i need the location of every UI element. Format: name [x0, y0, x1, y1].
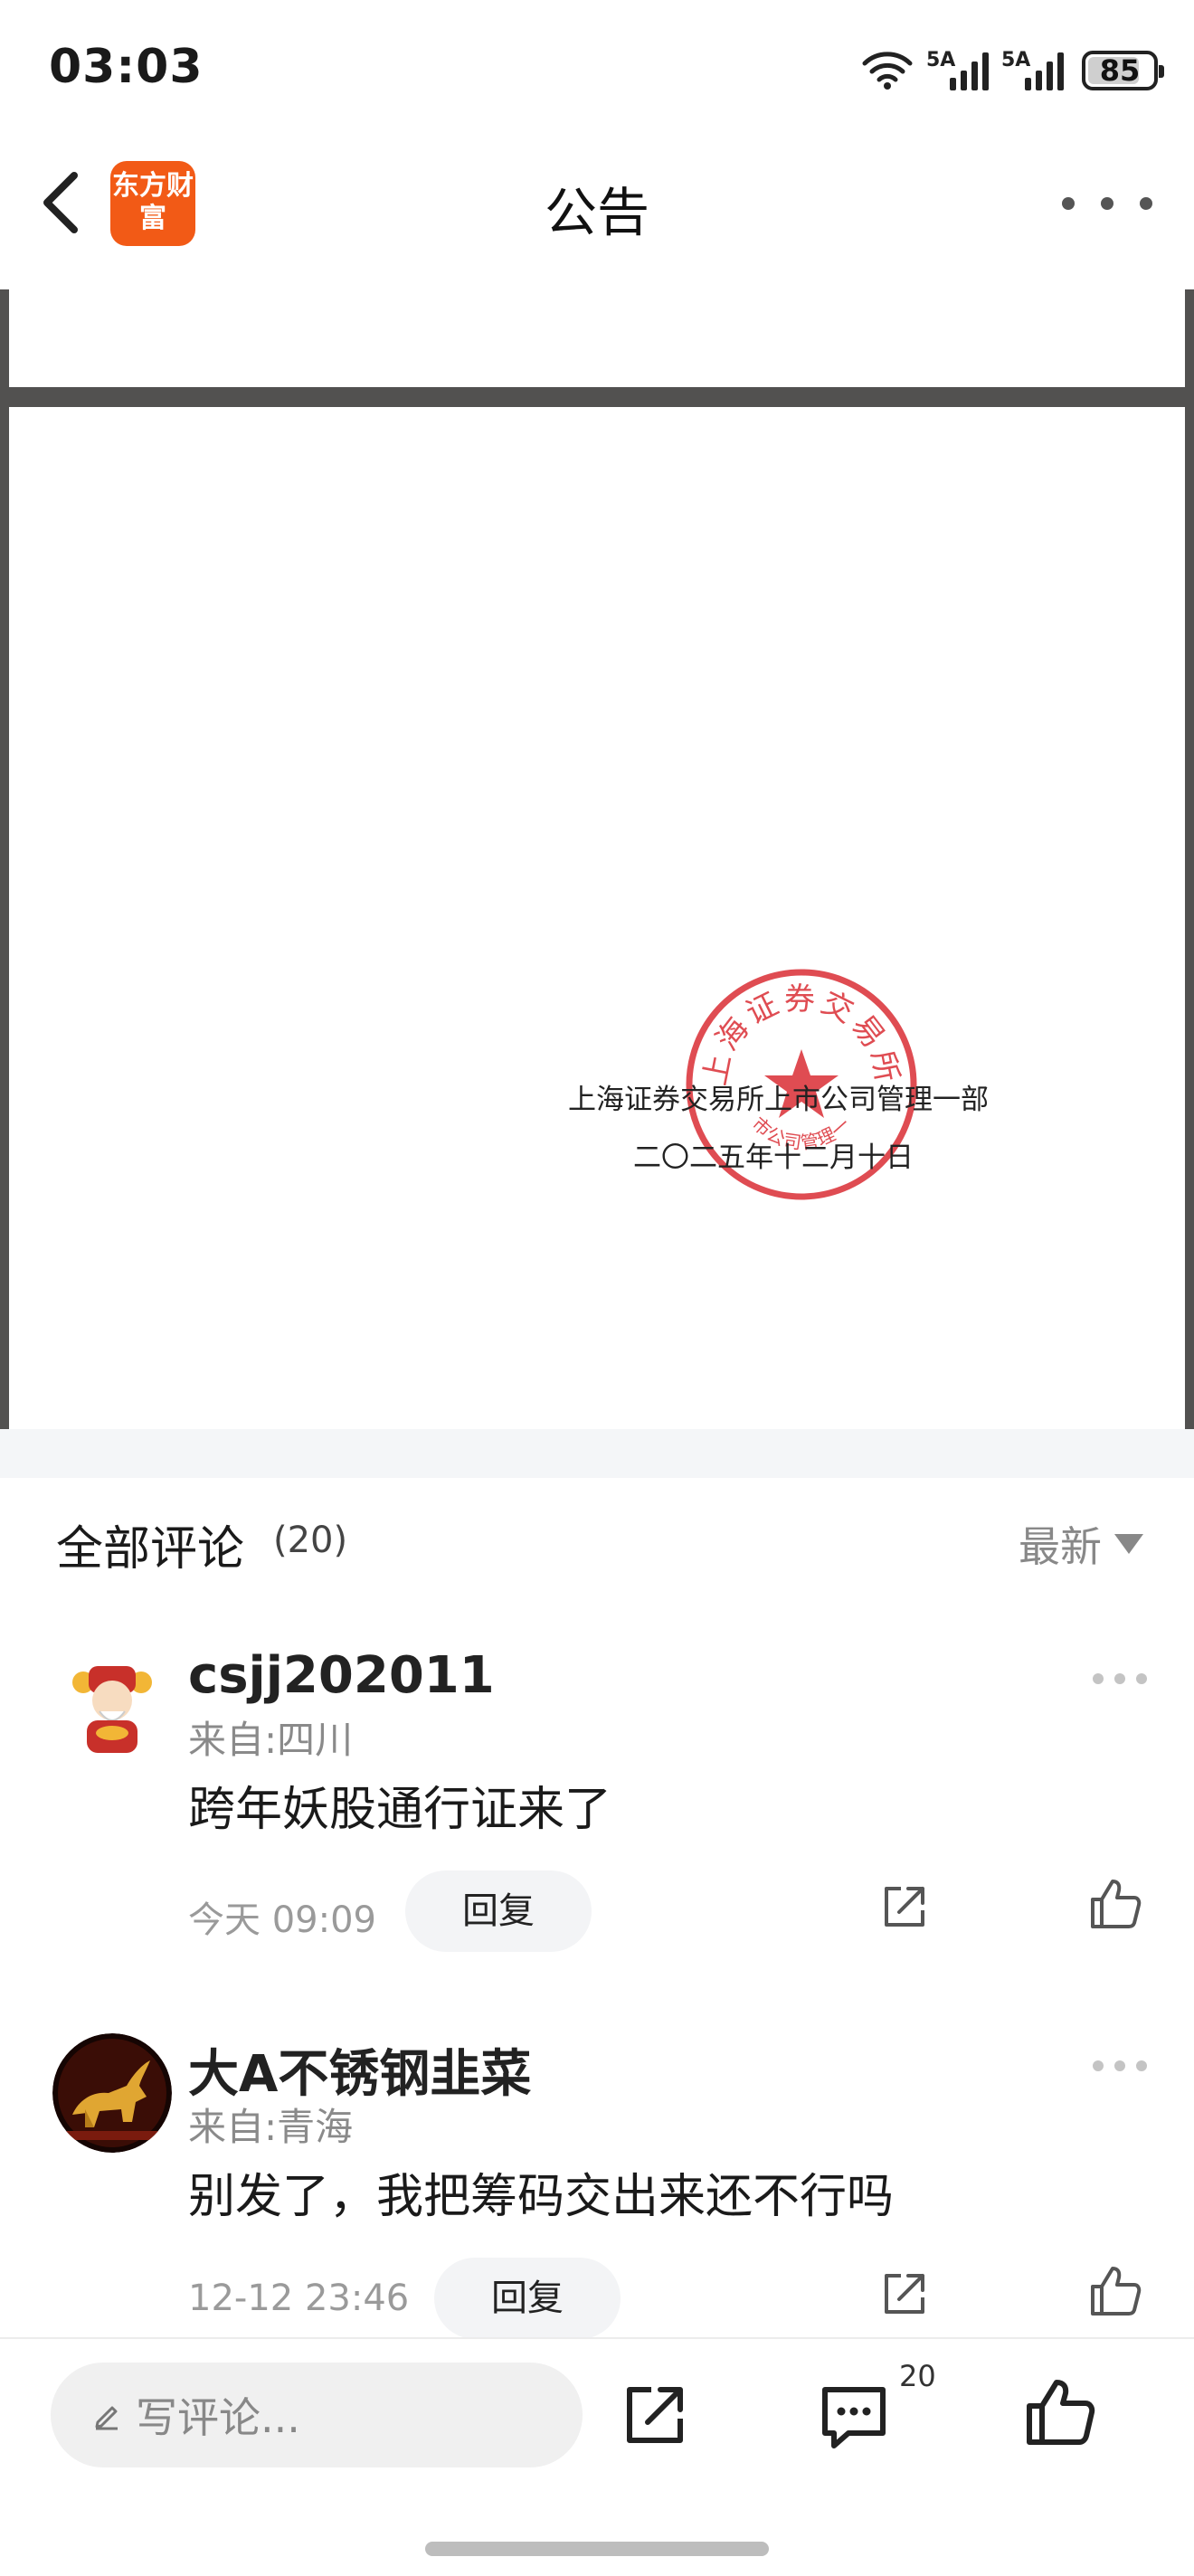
date-line: 二〇二五年十二月十日 [633, 1141, 914, 1174]
comment-text[interactable]: 跨年妖股通行证来了 [188, 1771, 611, 1839]
comment-text[interactable]: 别发了，我把筹码交出来还不行吗 [188, 2158, 894, 2226]
comment-username[interactable]: 大A不锈钢韭菜 [188, 2033, 531, 2107]
comment-location: 来自:青海 [188, 2105, 354, 2149]
more-horizontal-icon[interactable] [1093, 2060, 1147, 2073]
comment-count-badge: 20 [899, 2359, 936, 2393]
home-indicator[interactable] [425, 2542, 769, 2556]
thumbs-up-icon[interactable] [1087, 2263, 1143, 2319]
more-horizontal-icon[interactable] [1093, 1673, 1147, 1686]
signal-label: 5A [926, 49, 956, 71]
reply-button[interactable]: 回复 [434, 2258, 621, 2339]
comment-time: 12-12 23:46 [188, 2278, 410, 2319]
avatar-image [52, 2033, 172, 2153]
avatar[interactable] [52, 1646, 172, 1766]
comment-input-placeholder: 写评论... [136, 2393, 300, 2442]
comment-icon[interactable] [818, 2381, 890, 2453]
sort-dropdown[interactable]: 最新 [1019, 1514, 1143, 1574]
status-icons: 5A 5A 85 [861, 43, 1164, 98]
share-icon[interactable] [877, 2267, 932, 2321]
bottom-action-bar: 写评论... 20 [0, 2337, 1194, 2576]
share-icon[interactable] [621, 2381, 689, 2449]
document-page-previous [9, 289, 1185, 387]
comment-input[interactable]: 写评论... [51, 2363, 583, 2467]
more-horizontal-icon[interactable] [1062, 190, 1152, 217]
battery-icon: 85 [1082, 51, 1164, 90]
comments-title: 全部评论 [56, 1522, 245, 1577]
cell-signal-icon: 5A [926, 49, 989, 90]
thumbs-up-icon[interactable] [1024, 2375, 1096, 2448]
top-nav-bar: 东方财富 公告 [0, 136, 1194, 289]
status-bar: 03:03 5A 5A 85 [0, 0, 1194, 136]
cell-signal-icon: 5A [1001, 49, 1064, 90]
document-viewer[interactable]: 上海证券交易所 上市公司管理一部 上海证券交易所上市公司管理一部 二〇二五年十二… [0, 289, 1194, 1429]
comments-header: 全部评论 (20) 最新 [0, 1478, 1194, 1605]
issuer-line: 上海证券交易所上市公司管理一部 [568, 1084, 989, 1116]
wifi-icon [862, 52, 913, 90]
caret-down-icon [1114, 1534, 1143, 1554]
comments-count: (20) [273, 1520, 348, 1561]
document-page: 上海证券交易所 上市公司管理一部 上海证券交易所上市公司管理一部 二〇二五年十二… [9, 407, 1185, 1429]
signal-label: 5A [1001, 49, 1031, 71]
comment-time: 今天 09:09 [188, 1899, 376, 1941]
comment-location: 来自:四川 [188, 1718, 354, 1762]
avatar-image [52, 1646, 172, 1766]
reply-button[interactable]: 回复 [405, 1870, 592, 1952]
sort-label: 最新 [1019, 1522, 1102, 1571]
comment-item: csjj202011 来自:四川 跨年妖股通行证来了 今天 09:09 回复 [0, 1646, 1194, 2026]
share-icon[interactable] [877, 1880, 932, 1934]
page-title: 公告 [544, 182, 649, 243]
avatar[interactable] [52, 2033, 172, 2153]
comment-username[interactable]: csjj202011 [188, 1646, 495, 1705]
thumbs-up-icon[interactable] [1087, 1876, 1143, 1932]
pencil-icon [95, 2406, 118, 2430]
section-divider [0, 1429, 1194, 1478]
battery-percent: 85 [1099, 53, 1141, 88]
status-time: 03:03 [49, 40, 204, 94]
